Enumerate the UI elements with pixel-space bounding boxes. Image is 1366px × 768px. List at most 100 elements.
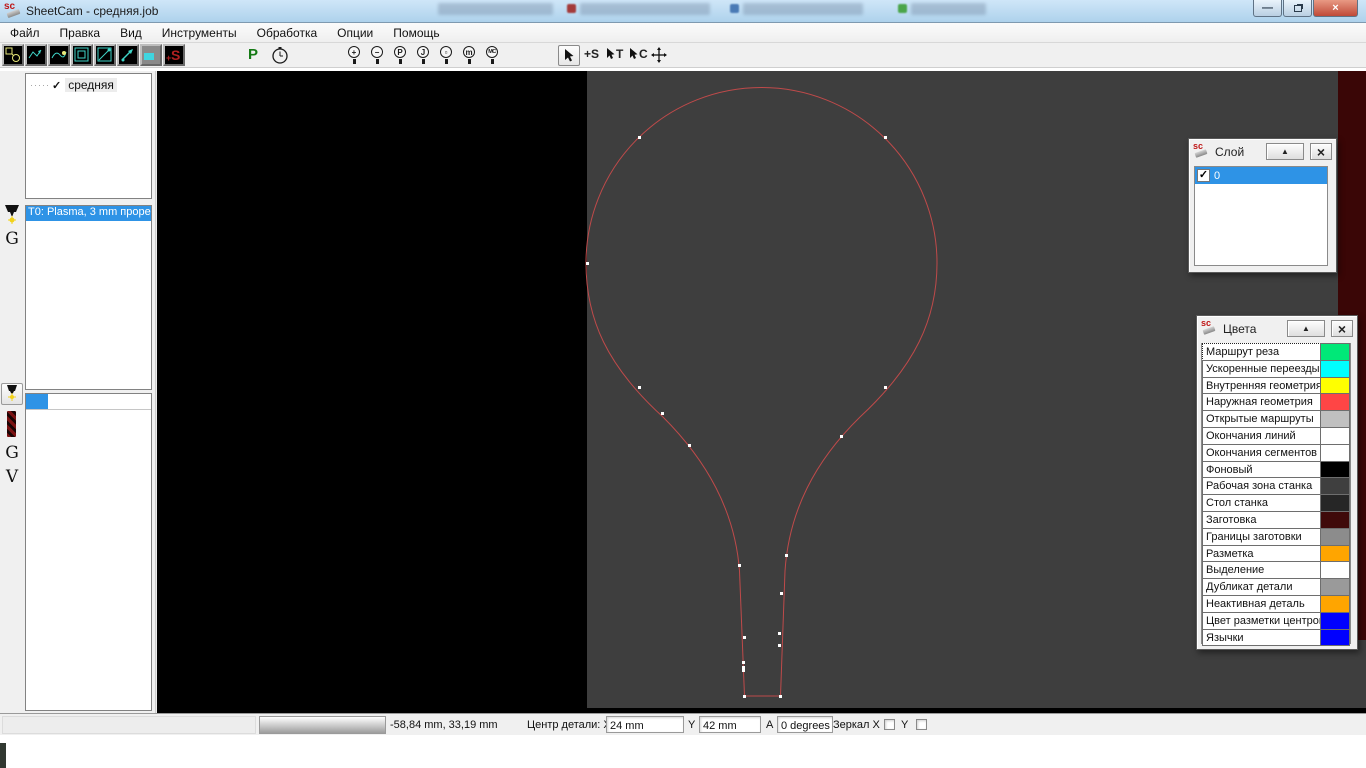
color-row[interactable]: Дубликат детали — [1202, 578, 1350, 596]
path-node[interactable] — [637, 135, 641, 139]
tool-list-item[interactable]: T0: Plasma, 3 mm проре — [26, 206, 151, 221]
minimize-button[interactable]: — — [1253, 0, 1282, 17]
path-node[interactable] — [778, 694, 782, 698]
part-outline-path[interactable] — [585, 87, 938, 697]
part-angle-field[interactable]: 0 degrees — [777, 716, 833, 733]
color-swatch[interactable] — [1320, 494, 1350, 512]
rectangle-tool-button[interactable] — [71, 44, 93, 66]
path-node[interactable] — [637, 385, 641, 389]
close-icon[interactable]: × — [1310, 143, 1332, 160]
zoom-in-icon[interactable]: + — [345, 46, 365, 66]
color-row[interactable]: Неактивная деталь — [1202, 594, 1350, 613]
color-swatch[interactable] — [1320, 393, 1350, 412]
color-row[interactable]: Окончания сегментов — [1202, 443, 1350, 462]
color-swatch[interactable] — [1320, 594, 1350, 613]
menu-tools[interactable]: Инструменты — [152, 24, 247, 42]
plate-tool-button[interactable] — [140, 44, 162, 66]
color-row[interactable]: Выделение — [1202, 561, 1350, 580]
color-row[interactable]: Заготовка — [1202, 510, 1350, 529]
path-node[interactable] — [585, 261, 589, 265]
select-cut-tool-button[interactable]: C — [629, 47, 648, 61]
zoom-material-icon[interactable]: MC — [483, 46, 503, 66]
close-icon[interactable]: × — [1331, 320, 1353, 337]
restore-button[interactable] — [1283, 0, 1312, 17]
path-node[interactable] — [742, 635, 746, 639]
color-row[interactable]: Язычки — [1202, 628, 1350, 647]
color-swatch[interactable] — [1320, 460, 1350, 479]
rectangle-diagonal-tool-button[interactable] — [94, 44, 116, 66]
color-swatch[interactable] — [1320, 527, 1350, 546]
path-node[interactable] — [741, 660, 745, 664]
menu-help[interactable]: Помощь — [383, 24, 449, 42]
part-center-x-field[interactable]: 24 mm — [606, 716, 684, 733]
color-swatch[interactable] — [1320, 578, 1350, 596]
path-node[interactable] — [839, 434, 843, 438]
color-row[interactable]: Разметка — [1202, 544, 1350, 563]
drawing-canvas[interactable]: sc Слой ▲ × ✓ 0 sc Цвета ▲ × Маршрут рез… — [157, 71, 1366, 713]
zoom-part-icon[interactable]: P — [391, 46, 411, 66]
color-swatch[interactable] — [1320, 611, 1350, 630]
zoom-out-icon[interactable]: − — [368, 46, 388, 66]
colors-window-titlebar[interactable]: sc Цвета ▲ × — [1197, 316, 1357, 341]
color-swatch[interactable] — [1320, 343, 1350, 361]
color-row[interactable]: Ускоренные переезды — [1202, 359, 1350, 378]
arrow-tool-button[interactable] — [117, 44, 139, 66]
tree-item-part[interactable]: ····· ✓ средняя — [26, 74, 151, 92]
close-button[interactable]: × — [1313, 0, 1358, 17]
color-swatch[interactable] — [1320, 426, 1350, 445]
import-drawing-button[interactable] — [2, 44, 24, 66]
color-swatch[interactable] — [1320, 359, 1350, 378]
color-swatch[interactable] — [1320, 376, 1350, 395]
path-node[interactable] — [779, 591, 783, 595]
part-outline[interactable] — [157, 71, 1366, 713]
operation-torch-button[interactable] — [1, 383, 23, 405]
color-row[interactable]: Цвет разметки центров — [1202, 611, 1350, 630]
run-post-button[interactable]: P — [248, 46, 258, 63]
color-row[interactable]: Фоновый — [1202, 460, 1350, 479]
select-tool-button[interactable] — [558, 45, 580, 66]
colors-list[interactable]: Маршрут реза Ускоренные переезды Внутрен… — [1201, 343, 1351, 647]
menu-file[interactable]: Файл — [0, 24, 50, 42]
path-node[interactable] — [741, 668, 745, 672]
time-estimate-icon[interactable] — [271, 46, 289, 67]
polyline-tool-button[interactable] — [25, 44, 47, 66]
operations-list-panel[interactable] — [25, 393, 152, 711]
rollup-icon[interactable]: ▲ — [1266, 143, 1304, 160]
mirror-x-checkbox[interactable] — [884, 719, 895, 730]
color-row[interactable]: Стол станка — [1202, 494, 1350, 512]
color-row[interactable]: Границы заготовки — [1202, 527, 1350, 546]
path-node[interactable] — [883, 385, 887, 389]
path-node[interactable] — [742, 694, 746, 698]
menu-machining[interactable]: Обработка — [247, 24, 328, 42]
layer-window[interactable]: sc Слой ▲ × ✓ 0 — [1188, 138, 1337, 273]
parts-tree-panel[interactable]: ····· ✓ средняя — [25, 73, 152, 199]
color-swatch[interactable] — [1320, 628, 1350, 647]
color-swatch[interactable] — [1320, 510, 1350, 529]
layer-checkbox[interactable]: ✓ — [1197, 169, 1210, 182]
layer-row-0[interactable]: ✓ 0 — [1195, 167, 1327, 184]
add-s-button[interactable]: S + — [163, 44, 185, 66]
menu-view[interactable]: Вид — [110, 24, 152, 42]
path-node[interactable] — [737, 563, 741, 567]
layer-list[interactable]: ✓ 0 — [1194, 166, 1328, 266]
zoom-job-icon[interactable]: J — [414, 46, 434, 66]
path-node[interactable] — [777, 643, 781, 647]
rollup-icon[interactable]: ▲ — [1287, 320, 1325, 337]
curve-tool-button[interactable] — [48, 44, 70, 66]
mirror-y-checkbox[interactable] — [916, 719, 927, 730]
colors-window[interactable]: sc Цвета ▲ × Маршрут реза Ускоренные пер… — [1196, 315, 1358, 650]
color-row[interactable]: Наружная геометрия — [1202, 393, 1350, 412]
color-row[interactable]: Открытые маршруты — [1202, 410, 1350, 428]
color-swatch[interactable] — [1320, 544, 1350, 563]
color-swatch[interactable] — [1320, 561, 1350, 580]
path-node[interactable] — [687, 443, 691, 447]
color-row[interactable]: Внутренняя геометрия — [1202, 376, 1350, 395]
color-row[interactable]: Рабочая зона станка — [1202, 477, 1350, 496]
tools-list-panel[interactable]: T0: Plasma, 3 mm проре — [25, 205, 152, 390]
path-node[interactable] — [784, 553, 788, 557]
select-tab-tool-button[interactable]: T — [606, 47, 623, 61]
color-swatch[interactable] — [1320, 443, 1350, 462]
color-row[interactable]: Окончания линий — [1202, 426, 1350, 445]
zoom-machine-icon[interactable]: m — [460, 46, 480, 66]
menu-edit[interactable]: Правка — [50, 24, 111, 42]
